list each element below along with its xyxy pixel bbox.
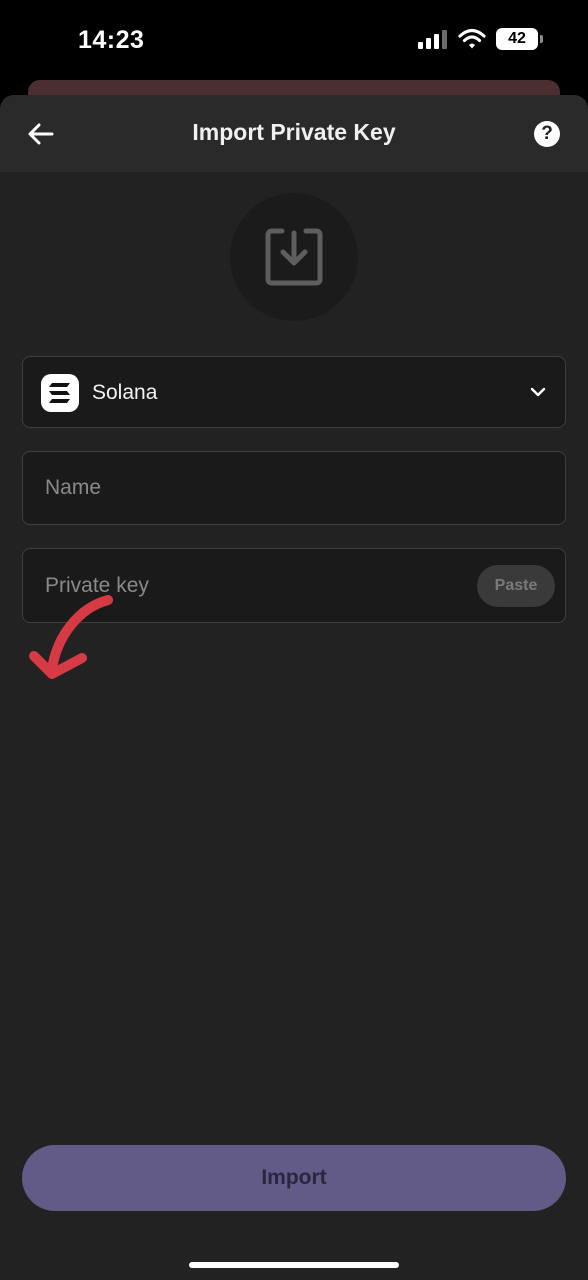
import-badge: [230, 193, 358, 321]
import-button[interactable]: Import: [22, 1145, 566, 1211]
help-glyph: ?: [541, 123, 553, 144]
status-time: 14:23: [78, 26, 145, 54]
status-icons: 42: [418, 28, 543, 50]
page-title: Import Private Key: [192, 119, 396, 145]
name-field[interactable]: [22, 451, 566, 525]
network-select[interactable]: Solana: [22, 356, 566, 428]
question-circle-icon[interactable]: ?: [534, 121, 560, 147]
paste-button[interactable]: Paste: [477, 565, 555, 607]
battery-level: 42: [508, 30, 526, 47]
solana-logo-icon: [41, 374, 79, 412]
status-bar: 14:23 42: [0, 0, 588, 80]
header: Import Private Key ?: [0, 95, 588, 172]
name-input[interactable]: [23, 452, 565, 524]
network-name: Solana: [92, 381, 158, 404]
cellular-signal-icon: [418, 30, 447, 49]
red-arrow-annotation: [29, 595, 113, 679]
download-tray-icon: [265, 228, 323, 286]
battery-icon: 42: [496, 28, 543, 50]
import-sheet: Import Private Key ? Solana Paste: [0, 95, 588, 1280]
chevron-down-icon: [530, 387, 546, 397]
home-indicator: [189, 1262, 399, 1268]
wifi-icon: [458, 28, 486, 49]
